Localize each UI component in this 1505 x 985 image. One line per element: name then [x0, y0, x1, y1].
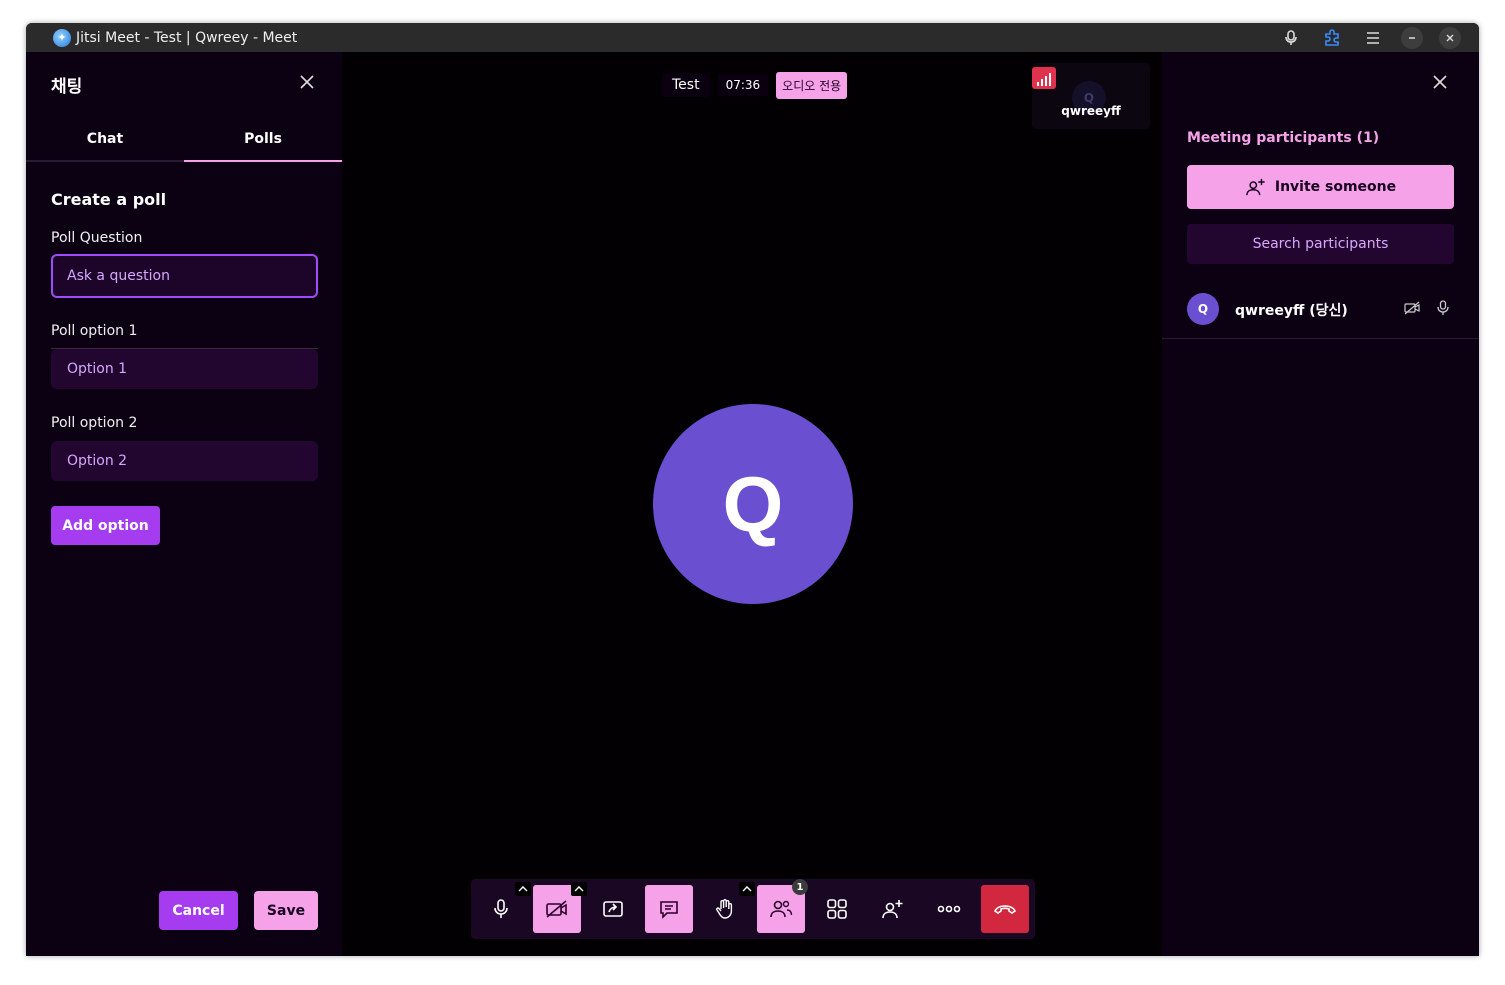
thumbnail-name: qwreeyff — [1061, 104, 1121, 118]
poll-question-label: Poll Question — [51, 230, 143, 246]
app-logo-icon: ✦ — [53, 28, 71, 47]
close-window-button[interactable] — [1439, 26, 1461, 49]
camera-off-icon — [546, 900, 567, 918]
invite-someone-button[interactable]: Invite someone — [1187, 165, 1454, 209]
connection-indicator-icon[interactable] — [1032, 67, 1056, 89]
chat-button[interactable] — [645, 885, 693, 933]
microphone-indicator-icon[interactable] — [1270, 23, 1311, 52]
meeting-timer: 07:36 — [717, 74, 769, 96]
participants-panel: Meeting participants (1) Invite someone … — [1162, 52, 1479, 956]
chat-panel: 채팅 Chat Polls Create a poll Poll Questio… — [26, 52, 342, 956]
tile-view-icon — [827, 899, 847, 919]
tab-polls[interactable]: Polls — [184, 118, 342, 162]
participant-name: qwreeyff (당신) — [1235, 303, 1348, 319]
tile-view-button[interactable] — [813, 885, 861, 933]
microphone-icon — [494, 899, 508, 918]
cancel-button[interactable]: Cancel — [159, 891, 238, 930]
app-window: ✦ Jitsi Meet - Test | Qwreey - Meet 채팅 C — [26, 23, 1479, 956]
reactions-caret-icon[interactable] — [739, 882, 755, 896]
search-participants-input[interactable]: Search participants — [1187, 224, 1454, 264]
participants-button[interactable]: 1 — [757, 879, 808, 933]
camera-button[interactable] — [533, 882, 587, 933]
video-settings-caret-icon[interactable] — [571, 882, 587, 896]
participant-avatar: Q — [1187, 293, 1219, 325]
tab-chat[interactable]: Chat — [26, 118, 184, 162]
menu-icon[interactable] — [1352, 23, 1393, 52]
participants-count-badge: 1 — [792, 879, 808, 895]
meeting-name: Test — [662, 73, 710, 97]
window-title: Jitsi Meet - Test | Qwreey - Meet — [76, 29, 298, 46]
participant-microphone-icon — [1437, 300, 1449, 315]
participant-thumbnail[interactable]: Q qwreeyff — [1032, 63, 1150, 129]
invite-button[interactable] — [869, 885, 917, 933]
participant-camera-off-icon — [1404, 301, 1420, 315]
more-icon — [937, 905, 961, 913]
microphone-button[interactable] — [477, 882, 531, 933]
title-bar: ✦ Jitsi Meet - Test | Qwreey - Meet — [26, 23, 1479, 52]
chat-icon — [660, 901, 678, 919]
raise-hand-button[interactable] — [701, 882, 755, 933]
close-participants-icon[interactable] — [1432, 74, 1448, 90]
audio-settings-caret-icon[interactable] — [515, 882, 531, 896]
share-screen-icon — [603, 901, 623, 917]
invite-someone-label: Invite someone — [1274, 179, 1397, 195]
poll-question-input[interactable]: Ask a question — [51, 254, 318, 298]
add-option-button[interactable]: Add option — [51, 506, 160, 545]
video-stage: Test 07:36 오디오 전용 Q qwreeyff Q 1 — [342, 52, 1162, 956]
extensions-icon[interactable] — [1311, 23, 1352, 52]
raise-hand-icon — [716, 899, 733, 919]
main-avatar: Q — [653, 404, 853, 604]
participant-row[interactable]: Q qwreeyff (당신) — [1162, 288, 1479, 339]
add-person-icon — [1246, 178, 1265, 196]
poll-option-1-label: Poll option 1 — [51, 323, 138, 339]
hangup-icon — [993, 905, 1017, 914]
chat-panel-title: 채팅 — [51, 77, 83, 97]
hangup-button[interactable] — [981, 885, 1029, 933]
save-button[interactable]: Save — [254, 891, 318, 930]
share-screen-button[interactable] — [589, 885, 637, 933]
poll-option-2-label: Poll option 2 — [51, 415, 138, 431]
poll-option-2-input[interactable]: Option 2 — [51, 441, 318, 481]
audio-only-badge: 오디오 전용 — [776, 71, 848, 99]
create-poll-heading: Create a poll — [51, 190, 167, 209]
chat-tabs: Chat Polls — [26, 118, 342, 162]
close-chat-icon[interactable] — [299, 74, 315, 90]
participants-title: Meeting participants (1) — [1187, 130, 1380, 146]
meeting-info: Test 07:36 오디오 전용 — [662, 71, 848, 99]
participants-icon — [770, 900, 793, 918]
invite-icon — [882, 900, 903, 919]
poll-option-1-input[interactable]: Option 1 — [51, 349, 318, 389]
meeting-toolbar: 1 — [471, 879, 1035, 939]
more-actions-button[interactable] — [925, 885, 973, 933]
minimize-button[interactable] — [1401, 26, 1423, 49]
